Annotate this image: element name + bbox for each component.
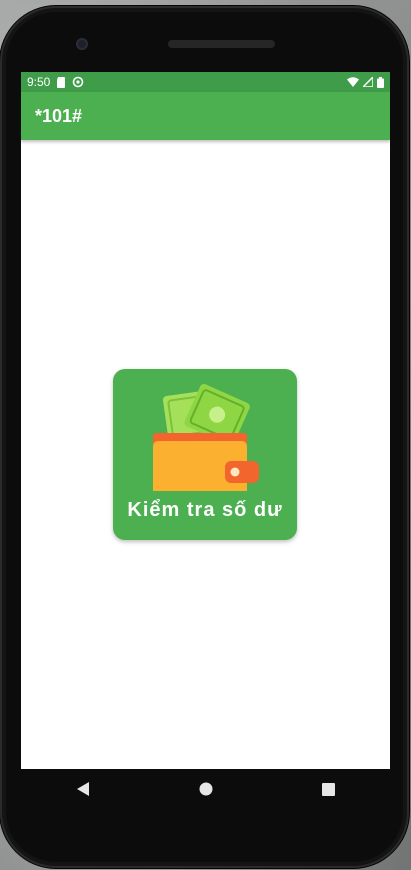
back-button[interactable]	[63, 769, 103, 809]
screen: 9:50 *101# Kiểm tra số dư	[21, 72, 390, 769]
wallet-icon	[153, 383, 259, 491]
wifi-icon	[347, 77, 359, 87]
status-bar: 9:50	[21, 72, 390, 92]
check-balance-label: Kiểm tra số dư	[127, 499, 283, 521]
battery-icon	[377, 76, 384, 88]
home-button[interactable]	[186, 769, 226, 809]
navigation-bar	[21, 769, 390, 809]
recents-icon	[322, 782, 335, 796]
camera-icon	[76, 38, 88, 50]
check-balance-button[interactable]: Kiểm tra số dư	[113, 369, 297, 540]
home-icon	[199, 782, 212, 796]
signal-icon	[363, 77, 373, 87]
sim-card-icon	[57, 76, 66, 88]
back-icon	[76, 782, 89, 796]
app-title: *101#	[35, 105, 83, 126]
speaker-grille	[168, 40, 275, 48]
status-time: 9:50	[27, 75, 51, 89]
recents-button[interactable]	[309, 769, 349, 809]
app-bar: *101#	[21, 92, 390, 140]
sync-icon	[73, 76, 84, 88]
